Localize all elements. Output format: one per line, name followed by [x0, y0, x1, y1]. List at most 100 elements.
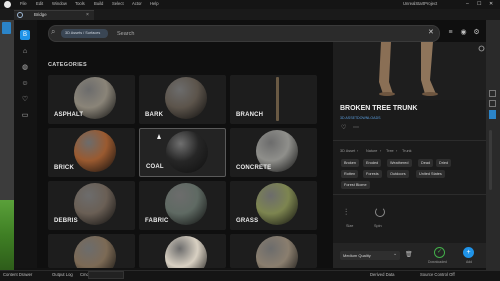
- globe-icon[interactable]: ◍: [20, 63, 30, 73]
- asset-preview: [333, 42, 486, 100]
- menu-tools[interactable]: Tools: [75, 1, 85, 6]
- minimize-icon[interactable]: –: [466, 1, 469, 7]
- account-icon[interactable]: ◉: [459, 28, 468, 37]
- tag-united-states[interactable]: United States: [416, 170, 445, 178]
- search-scope-chip[interactable]: 3D Assets / Surfaces: [61, 29, 108, 38]
- tag-weathered[interactable]: Weathered: [387, 159, 412, 167]
- tag-dried[interactable]: Dried: [436, 159, 452, 167]
- monitor-icon[interactable]: ▭: [20, 111, 30, 121]
- category-label: COAL: [146, 164, 164, 170]
- divider: [333, 140, 486, 141]
- trash-icon[interactable]: 🗑: [405, 251, 413, 258]
- menu-help[interactable]: Help: [150, 1, 159, 6]
- category-tile[interactable]: CONCRETE: [230, 128, 317, 177]
- menu-build[interactable]: Build: [94, 1, 103, 6]
- tab-close-icon[interactable]: ×: [86, 12, 89, 18]
- category-tile[interactable]: BRANCH: [230, 75, 317, 124]
- category-tile[interactable]: COAL: [139, 128, 226, 177]
- tag-rotten[interactable]: Rotten: [341, 170, 359, 178]
- category-tile[interactable]: BRICK: [48, 128, 135, 177]
- panel-toggle-active-icon[interactable]: [489, 110, 496, 119]
- unreal-logo-icon[interactable]: [4, 1, 11, 8]
- tag-forest-biome[interactable]: Forest Biome: [341, 181, 370, 189]
- breadcrumb-3d-asset[interactable]: 3D Asset: [340, 149, 355, 153]
- cmd-input[interactable]: [88, 271, 124, 279]
- settings-icon[interactable]: ⚙: [472, 28, 481, 37]
- category-tile[interactable]: GRASS: [230, 181, 317, 230]
- breadcrumb-trunk[interactable]: Trunk: [402, 149, 412, 153]
- home-icon[interactable]: ⌂: [20, 47, 30, 57]
- category-thumbnail: [276, 77, 279, 121]
- user-icon[interactable]: ☺: [20, 79, 30, 89]
- bridge-nav: [14, 20, 37, 268]
- chevron-down-icon[interactable]: ⌄: [393, 251, 397, 257]
- category-tile[interactable]: [139, 234, 226, 268]
- category-tile[interactable]: [230, 234, 317, 268]
- category-thumbnail: [166, 131, 208, 173]
- asset-type: 3D ASSET: [340, 116, 358, 120]
- panel-toggle-icon[interactable]: [489, 100, 496, 107]
- editor-left-tab[interactable]: [2, 22, 11, 34]
- menu-window[interactable]: Window: [52, 1, 67, 6]
- category-tile[interactable]: [48, 234, 135, 268]
- spin-icon[interactable]: [375, 207, 385, 217]
- divider: [333, 194, 486, 195]
- bridge-tab-icon: [17, 12, 23, 18]
- quality-select[interactable]: Medium Quality: [340, 251, 400, 260]
- tab-bridge[interactable]: [14, 10, 94, 20]
- menu-edit[interactable]: Edit: [36, 1, 43, 6]
- category-label: CONCRETE: [236, 165, 272, 171]
- tree-trunk-preview-image: [333, 42, 486, 100]
- tag-outdoors[interactable]: Outdoors: [387, 170, 409, 178]
- tag-dead[interactable]: Dead: [418, 159, 434, 167]
- download-button[interactable]: ✓: [434, 247, 445, 258]
- favorite-icon[interactable]: ♡: [341, 124, 346, 131]
- detail-scrollbar[interactable]: [489, 130, 492, 190]
- search-clear-icon[interactable]: ✕: [428, 28, 434, 36]
- filter-icon[interactable]: ≡: [446, 28, 455, 37]
- menu-file[interactable]: File: [20, 1, 27, 6]
- search-input[interactable]: [117, 29, 417, 38]
- category-label: BARK: [145, 112, 164, 118]
- breadcrumb-sep: ›: [357, 149, 359, 153]
- heart-icon[interactable]: ♡: [20, 95, 30, 105]
- breadcrumb-nature[interactable]: Nature: [366, 149, 377, 153]
- category-label: BRANCH: [236, 112, 264, 118]
- category-thumbnail: [165, 183, 207, 225]
- tag-eroded[interactable]: Eroded: [363, 159, 382, 167]
- tag-broken[interactable]: Broken: [341, 159, 360, 167]
- menu-select[interactable]: Select: [112, 1, 124, 6]
- category-thumbnail: [256, 183, 298, 225]
- category-thumbnail: [256, 236, 298, 268]
- panel-toggle-icon[interactable]: [489, 90, 496, 97]
- size-label: Size: [346, 224, 354, 228]
- category-label: BRICK: [54, 165, 74, 171]
- output-log-button[interactable]: Output Log: [52, 272, 73, 277]
- category-tile[interactable]: FABRIC: [139, 181, 226, 230]
- share-icon[interactable]: ⋯: [353, 124, 359, 131]
- add-button[interactable]: +: [463, 247, 474, 258]
- category-thumbnail: [74, 130, 116, 172]
- breadcrumb-tree[interactable]: Tree: [386, 149, 394, 153]
- bridge-logo-icon[interactable]: B: [20, 30, 30, 40]
- category-thumbnail: [74, 183, 116, 225]
- tag-forests[interactable]: Forests: [363, 170, 382, 178]
- close-window-icon[interactable]: ✕: [489, 1, 493, 7]
- content-drawer-button[interactable]: Content Drawer: [3, 272, 32, 277]
- maximize-icon[interactable]: ☐: [477, 1, 481, 7]
- asset-title: BROKEN TREE TRUNK: [340, 105, 418, 112]
- category-thumbnail: [165, 77, 207, 119]
- menu-actor[interactable]: Actor: [132, 1, 142, 6]
- category-label: GRASS: [236, 218, 259, 224]
- asset-downloads-link[interactable]: DOWNLOADS: [357, 116, 381, 120]
- category-tile[interactable]: BARK: [139, 75, 226, 124]
- categories-heading: CATEGORIES: [48, 62, 87, 68]
- breadcrumb-sep: ›: [380, 149, 382, 153]
- category-tile[interactable]: DEBRIS: [48, 181, 135, 230]
- category-tile[interactable]: ASPHALT: [48, 75, 135, 124]
- tab-bridge-label: Bridge: [34, 12, 47, 17]
- derived-data-button[interactable]: Derived Data: [370, 272, 394, 277]
- source-control-button[interactable]: Source Control Off: [420, 272, 455, 277]
- add-label: Add: [466, 260, 473, 264]
- viewport-grass-preview: [0, 200, 14, 270]
